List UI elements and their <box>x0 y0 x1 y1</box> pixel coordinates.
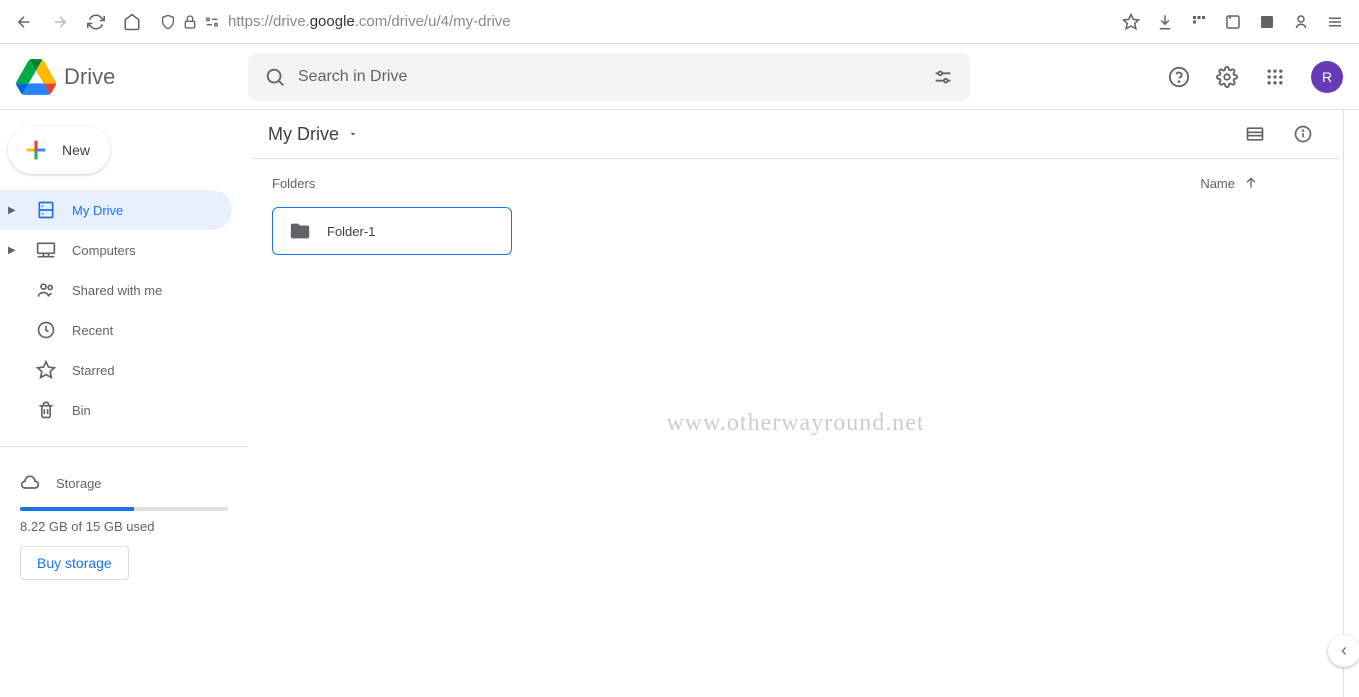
drive-header: Drive R <box>0 44 1359 110</box>
avatar[interactable]: R <box>1311 61 1343 93</box>
drive-product-name: Drive <box>64 64 115 90</box>
computers-icon <box>36 240 56 260</box>
watermark-text: www.otherwayround.net <box>666 410 924 437</box>
help-button[interactable] <box>1159 57 1199 97</box>
drive-logo[interactable]: Drive <box>16 57 248 97</box>
settings-button[interactable] <box>1207 57 1247 97</box>
arrow-up-icon <box>1243 175 1259 191</box>
details-button[interactable] <box>1283 114 1323 154</box>
sidebar-item-my-drive[interactable]: ▶ My Drive <box>0 190 232 230</box>
sidebar-item-shared[interactable]: Shared with me <box>0 270 232 310</box>
storage-bar <box>20 507 228 511</box>
shield-icon <box>160 14 176 30</box>
storage-icon <box>20 473 40 493</box>
chevron-right-icon: ▶ <box>8 205 20 216</box>
sort-label: Name <box>1200 176 1235 191</box>
bin-icon <box>36 400 56 420</box>
folders-section-label: Folders <box>272 176 315 191</box>
list-view-button[interactable] <box>1235 114 1275 154</box>
starred-icon <box>36 360 56 380</box>
new-button[interactable]: New <box>8 126 110 174</box>
breadcrumb-label: My Drive <box>268 124 339 145</box>
right-rail <box>1343 110 1359 697</box>
plus-icon <box>22 136 50 164</box>
storage-usage-text: 8.22 GB of 15 GB used <box>20 519 228 534</box>
storage-label: Storage <box>56 476 102 491</box>
search-box[interactable] <box>248 53 970 101</box>
my-drive-icon <box>36 200 56 220</box>
download-icon[interactable] <box>1149 6 1181 38</box>
chevron-down-icon <box>347 128 359 140</box>
reload-button[interactable] <box>80 6 112 38</box>
folder-card[interactable]: Folder-1 <box>272 207 512 255</box>
sidebar: New ▶ My Drive ▶ Computers Shared with m… <box>0 110 248 697</box>
buy-storage-button[interactable]: Buy storage <box>20 546 129 580</box>
search-options-icon[interactable] <box>932 66 954 88</box>
new-button-label: New <box>62 142 90 158</box>
drive-logo-icon <box>16 57 56 97</box>
sort-by-name[interactable]: Name <box>1200 175 1259 191</box>
menu-icon[interactable] <box>1319 6 1351 38</box>
home-button[interactable] <box>116 6 148 38</box>
sidebar-item-bin[interactable]: Bin <box>0 390 232 430</box>
sidebar-item-starred[interactable]: Starred <box>0 350 232 390</box>
sidebar-item-label: Computers <box>72 243 136 258</box>
address-bar[interactable]: https://drive.google.com/drive/u/4/my-dr… <box>152 6 1111 38</box>
extension-icon-1[interactable] <box>1183 6 1215 38</box>
sidebar-item-label: Recent <box>72 323 113 338</box>
lock-icon <box>182 14 198 30</box>
sidebar-item-label: Shared with me <box>72 283 162 298</box>
sidebar-item-label: My Drive <box>72 203 123 218</box>
shared-icon <box>36 280 56 300</box>
account-icon[interactable] <box>1285 6 1317 38</box>
folder-icon <box>289 220 311 242</box>
recent-icon <box>36 320 56 340</box>
sidebar-item-storage[interactable]: Storage <box>20 463 228 503</box>
sidebar-item-computers[interactable]: ▶ Computers <box>0 230 232 270</box>
url-text: https://drive.google.com/drive/u/4/my-dr… <box>228 13 511 30</box>
bookmark-star-icon[interactable] <box>1115 6 1147 38</box>
browser-toolbar: https://drive.google.com/drive/u/4/my-dr… <box>0 0 1359 44</box>
sidebar-item-label: Starred <box>72 363 115 378</box>
side-panel-toggle[interactable] <box>1328 635 1359 667</box>
breadcrumb[interactable]: My Drive <box>268 124 359 145</box>
chevron-right-icon: ▶ <box>8 245 20 256</box>
extension-icon-3[interactable] <box>1251 6 1283 38</box>
sidebar-item-recent[interactable]: Recent <box>0 310 232 350</box>
back-button[interactable] <box>8 6 40 38</box>
search-icon <box>264 66 286 88</box>
main-content: My Drive Folders Name Folder-1 www.other… <box>248 110 1343 697</box>
apps-button[interactable] <box>1255 57 1295 97</box>
extension-icon-2[interactable] <box>1217 6 1249 38</box>
permissions-icon <box>204 14 220 30</box>
sidebar-item-label: Bin <box>72 403 91 418</box>
forward-button[interactable] <box>44 6 76 38</box>
folder-name: Folder-1 <box>327 224 375 239</box>
search-input[interactable] <box>298 68 932 86</box>
